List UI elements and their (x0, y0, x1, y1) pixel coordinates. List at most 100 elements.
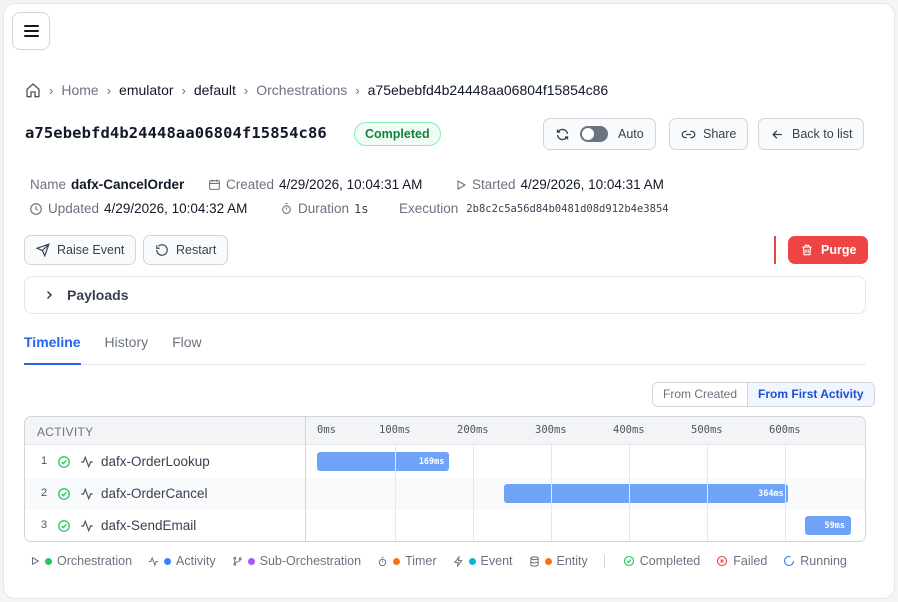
duration-label: Duration (298, 201, 350, 216)
tab-timeline[interactable]: Timeline (24, 332, 81, 365)
activity-icon (81, 487, 93, 501)
raise-event-label: Raise Event (57, 243, 125, 257)
detail-started: Started 4/29/2026, 10:04:31 AM (455, 177, 664, 192)
activity-column-header: ACTIVITY (37, 425, 94, 439)
activity-name: dafx-SendEmail (101, 518, 197, 533)
home-icon[interactable] (25, 82, 41, 98)
legend-failed: Failed (716, 554, 767, 568)
legend-label: Activity (176, 554, 216, 568)
database-icon (529, 555, 539, 567)
timeline-header: ACTIVITY 0ms 100ms 200ms 300ms 400ms 500ms 600… (25, 417, 865, 445)
purge-button[interactable]: Purge (788, 236, 869, 264)
legend-event: Event (453, 554, 513, 568)
trash-icon (802, 244, 812, 256)
legend-activity: Activity (148, 554, 216, 568)
gridline (551, 445, 552, 541)
updated-value: 4/29/2026, 10:04:32 AM (104, 201, 248, 216)
page-title: a75ebebfd4b24448aa06804f15854c86 (25, 124, 327, 142)
share-button[interactable]: Share (669, 118, 749, 150)
timeline-row[interactable]: 3 dafx-SendEmail 59ms (25, 510, 865, 541)
started-label: Started (472, 177, 516, 192)
time-tick-label: 600ms (769, 424, 801, 436)
from-created-option[interactable]: From Created (653, 383, 748, 406)
chevron-right-icon: › (243, 82, 249, 98)
from-first-activity-option[interactable]: From First Activity (747, 383, 874, 406)
raise-event-button[interactable]: Raise Event (24, 235, 137, 265)
time-tick-label: 0ms (317, 424, 336, 436)
legend-dot (45, 557, 52, 565)
breadcrumb-home[interactable]: Home (61, 82, 98, 98)
back-label: Back to list (792, 127, 853, 141)
legend-completed: Completed (623, 554, 700, 568)
chevron-right-icon (46, 290, 53, 300)
legend-timer: Timer (377, 554, 437, 568)
activity-icon (148, 555, 159, 567)
purge-label: Purge (821, 243, 857, 257)
execution-label: Execution (399, 201, 459, 216)
detail-updated: Updated 4/29/2026, 10:04:32 AM (29, 201, 247, 216)
legend-label: Orchestration (57, 554, 133, 568)
refresh-group: Auto (543, 118, 656, 150)
restart-label: Restart (176, 243, 217, 257)
chevron-right-icon: › (181, 82, 186, 98)
activity-icon (81, 455, 93, 469)
created-label: Created (226, 177, 275, 192)
activity-name: dafx-OrderLookup (101, 454, 210, 469)
gridline (473, 445, 474, 541)
git-branch-icon (232, 556, 242, 566)
legend-label: Entity (556, 554, 588, 568)
execution-value: 2b8c2c5a56d84b0481d08d912b4e3854 (466, 202, 669, 215)
breadcrumb-emulator[interactable]: emulator (119, 82, 173, 98)
gridline (707, 445, 708, 541)
timeline-row[interactable]: 2 dafx-OrderCancel 364ms (25, 478, 865, 510)
time-tick-label: 500ms (691, 424, 723, 436)
updated-label: Updated (48, 201, 100, 216)
chevron-right-icon: › (106, 82, 112, 98)
breadcrumb-orchestrations[interactable]: Orchestrations (256, 82, 347, 98)
lightning-icon (453, 555, 463, 567)
legend-label: Failed (733, 554, 768, 568)
restart-button[interactable]: Restart (143, 235, 229, 265)
check-circle-icon (58, 456, 70, 468)
legend-label: Timer (405, 554, 437, 568)
timeline-row[interactable]: 1 dafx-OrderLookup 169ms (25, 446, 865, 478)
legend-label: Completed (639, 554, 701, 568)
legend-entity: Entity (529, 554, 588, 568)
gridline (785, 445, 786, 541)
clock-icon (30, 202, 42, 215)
name-label: Name (30, 177, 67, 192)
link-icon (681, 130, 696, 138)
tab-flow[interactable]: Flow (172, 332, 202, 365)
row-index: 1 (41, 455, 48, 467)
danger-divider (774, 236, 776, 264)
breadcrumb-default[interactable]: default (194, 82, 236, 98)
menu-button[interactable] (12, 12, 50, 50)
payloads-section[interactable]: Payloads (24, 276, 866, 314)
check-circle-icon (623, 555, 634, 567)
back-to-list-button[interactable]: Back to list (758, 118, 865, 150)
time-tick-label: 200ms (457, 424, 489, 436)
arrow-left-icon (772, 129, 782, 139)
chevron-right-icon: › (355, 82, 360, 98)
tab-bar: Timeline History Flow (24, 332, 866, 365)
send-icon (36, 243, 50, 257)
duration-label: 59ms (824, 521, 845, 531)
check-circle-icon (58, 488, 70, 500)
legend-label: Sub-Orchestration (259, 554, 362, 568)
gridline (629, 445, 630, 541)
auto-label: Auto (618, 127, 644, 141)
stopwatch-icon (378, 556, 387, 566)
x-circle-icon (717, 555, 728, 567)
time-tick-label: 300ms (535, 424, 567, 436)
payloads-label: Payloads (67, 287, 129, 303)
activity-bar[interactable] (504, 484, 789, 503)
timeline-chart: ACTIVITY 0ms 100ms 200ms 300ms 400ms 500ms 600… (24, 416, 866, 542)
tab-history[interactable]: History (105, 332, 149, 365)
detail-execution: Execution 2b8c2c5a56d84b0481d08d912b4e38… (399, 201, 669, 216)
activity-name: dafx-OrderCancel (101, 486, 208, 501)
breadcrumb: › Home › emulator › default › Orchestrat… (25, 82, 608, 98)
duration-label: 364ms (758, 489, 784, 499)
legend-dot (247, 557, 255, 565)
auto-refresh-toggle[interactable] (580, 126, 608, 142)
refresh-icon[interactable] (555, 127, 570, 142)
